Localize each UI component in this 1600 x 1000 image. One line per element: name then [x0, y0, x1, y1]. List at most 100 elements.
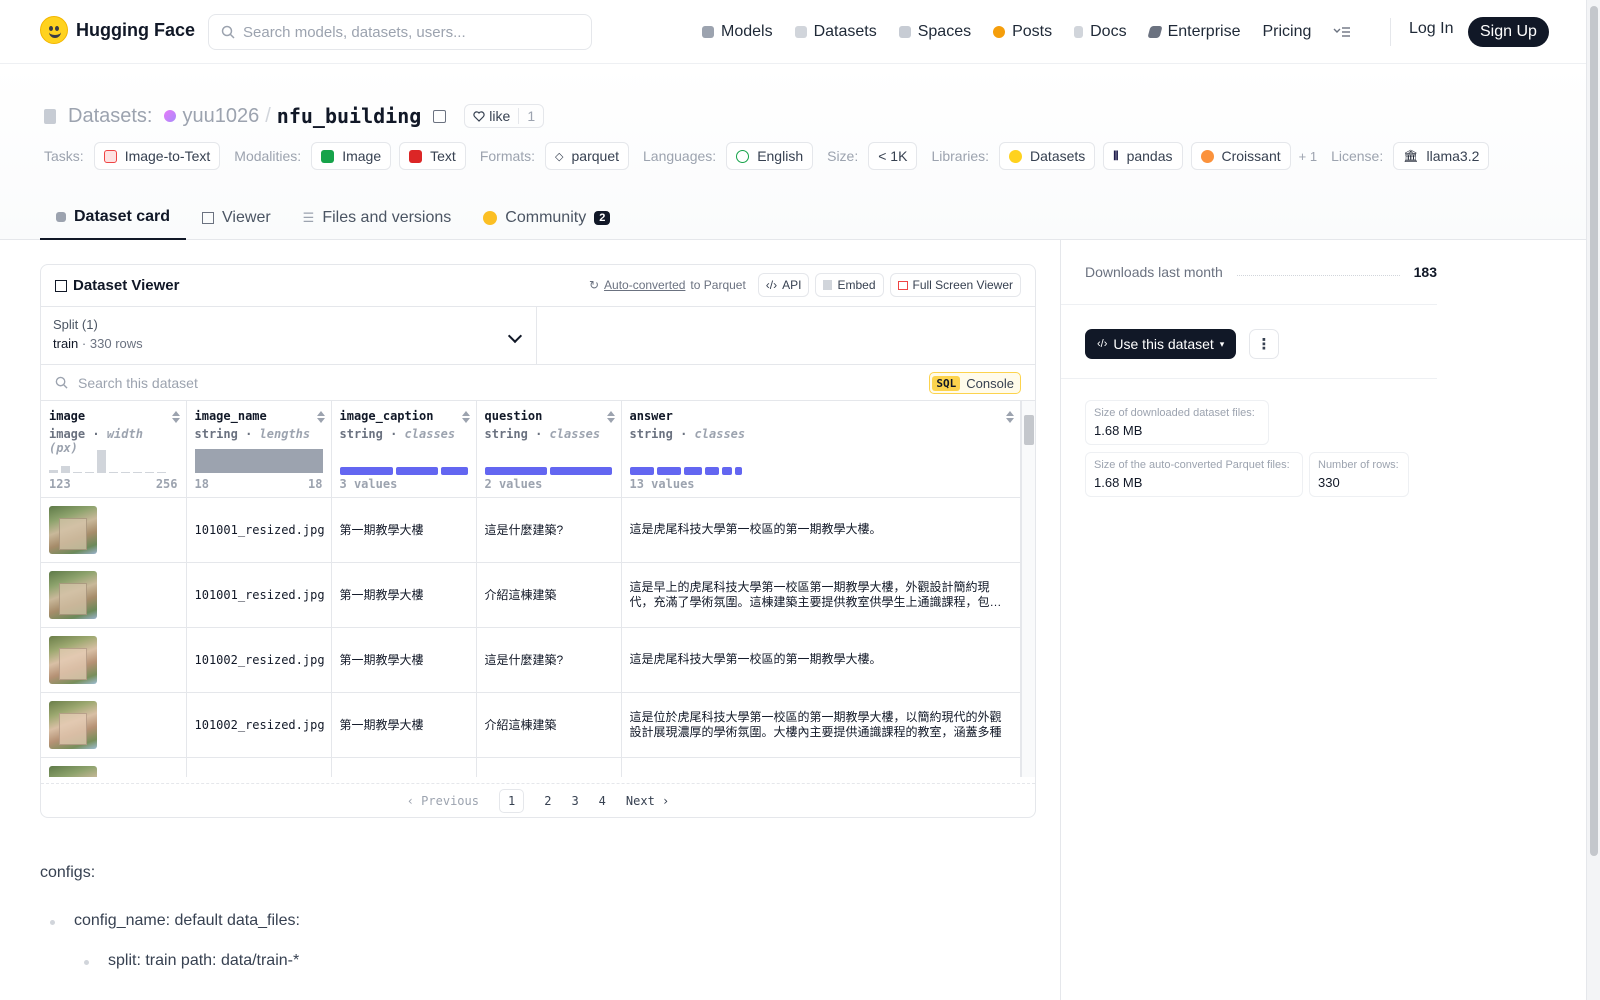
page-4-button[interactable]: 4 — [599, 794, 606, 808]
table-row[interactable]: 101001_resized.jpg 第一期教學大樓 這是什麼建築? 這是虎尾科… — [41, 497, 1021, 563]
tab-viewer[interactable]: Viewer — [186, 196, 287, 240]
cell-question[interactable]: 這是什麼建築? — [476, 497, 622, 563]
col-header-image-name[interactable]: image_name string · lengths 18 18 — [186, 401, 332, 498]
page-1-button[interactable]: 1 — [498, 788, 525, 813]
embed-button[interactable]: Embed — [815, 273, 884, 297]
building-thumbnail[interactable] — [49, 700, 97, 749]
auto-converted-link[interactable]: Auto-converted — [604, 278, 685, 292]
nav-enterprise[interactable]: Enterprise — [1146, 23, 1240, 41]
cell-image-name[interactable]: 101002_resized.jpg — [186, 627, 332, 693]
sort-icon[interactable] — [606, 411, 615, 423]
sql-console-button[interactable]: SQL Console — [929, 372, 1021, 394]
nav-docs[interactable]: Docs — [1074, 23, 1127, 41]
sort-icon[interactable] — [171, 411, 180, 423]
tab-dataset-card[interactable]: Dataset card — [40, 196, 187, 240]
nav-spaces-label: Spaces — [917, 23, 972, 40]
building-thumbnail[interactable] — [49, 635, 97, 684]
table-row[interactable]: 101002_resized.jpg 第一期教學大樓 這是什麼建築? 這是虎尾科… — [41, 627, 1021, 693]
col-header-image-caption[interactable]: image_caption string · classes 3 values — [331, 401, 477, 498]
cell-image-name[interactable]: 101001_resized.jpg — [186, 497, 332, 563]
tab-community[interactable]: Community 2 — [467, 196, 626, 240]
cell-image-caption[interactable] — [331, 757, 477, 777]
cell-answer[interactable]: 這是早上的虎尾科技大學第一校區第一期教學大樓，外觀設計簡約現代，充滿了學術氛圍。… — [621, 562, 1021, 628]
more-libraries[interactable]: + 1 — [1299, 149, 1317, 164]
page-scrollbar[interactable] — [1586, 0, 1600, 1000]
cell-image[interactable] — [41, 757, 187, 777]
tag-lib-pandas[interactable]: ⦀ pandas — [1103, 142, 1183, 170]
sort-icon[interactable] — [316, 411, 325, 423]
col-header-image[interactable]: image image · width (px) 123 256 — [41, 401, 187, 498]
cell-image[interactable] — [41, 627, 187, 693]
tag-lib-datasets[interactable]: Datasets — [999, 142, 1096, 170]
building-thumbnail[interactable] — [49, 505, 97, 554]
cell-question[interactable]: 這是什麼建築? — [476, 627, 622, 693]
col-header-question[interactable]: question string · classes 2 values — [476, 401, 622, 498]
login-link[interactable]: Log In — [1409, 20, 1453, 38]
api-button[interactable]: ‹/› API — [757, 273, 810, 297]
tag-lib-croissant[interactable]: Croissant — [1190, 142, 1291, 170]
more-options-button[interactable]: ⋮ — [1249, 329, 1279, 359]
cell-image-caption[interactable]: 第一期教學大樓 — [331, 562, 477, 628]
cell-image-name[interactable] — [186, 757, 332, 777]
main-nav: Models Datasets Spaces Posts Docs Enterp… — [702, 0, 1351, 64]
cell-image-caption[interactable]: 第一期教學大樓 — [331, 497, 477, 563]
sort-icon[interactable] — [461, 411, 470, 423]
table-row[interactable]: 101001_resized.jpg 第一期教學大樓 介紹這棟建築 這是早上的虎… — [41, 562, 1021, 628]
building-thumbnail[interactable] — [49, 570, 97, 619]
nav-posts[interactable]: Posts — [993, 23, 1052, 41]
cell-image[interactable] — [41, 497, 187, 563]
cell-image-caption[interactable]: 第一期教學大樓 — [331, 627, 477, 693]
tag-license[interactable]: 🏛 llama3.2 — [1393, 142, 1490, 170]
dataset-name[interactable]: nfu_building — [277, 104, 422, 128]
col-header-answer[interactable]: answer string · classes 13 values — [621, 401, 1021, 498]
fullscreen-viewer-button[interactable]: Full Screen Viewer — [889, 273, 1021, 297]
table-icon — [55, 279, 67, 292]
page-scrollbar-thumb[interactable] — [1590, 6, 1598, 856]
embed-label: Embed — [837, 278, 876, 292]
page-3-button[interactable]: 3 — [571, 794, 578, 808]
cell-answer[interactable]: 這是位於虎尾科技大學第一校區的第一期教學大樓，以簡約現代的外觀設計展現濃厚的學術… — [621, 692, 1021, 758]
cell-answer[interactable]: 這是虎尾科技大學第一校區的第一期教學大樓。 — [621, 497, 1021, 563]
sort-icon[interactable] — [1005, 411, 1014, 423]
tag-modality-image[interactable]: Image — [311, 142, 392, 170]
cell-image[interactable] — [41, 692, 187, 758]
table-row[interactable] — [41, 757, 1021, 777]
copy-icon[interactable] — [433, 109, 447, 123]
cell-image-name[interactable]: 101001_resized.jpg — [186, 562, 332, 628]
global-search-input[interactable]: Search models, datasets, users... — [208, 14, 592, 50]
tag-modality-text[interactable]: Text — [399, 142, 466, 170]
cell-image-caption[interactable]: 第一期教學大樓 — [331, 692, 477, 758]
cell-question[interactable] — [476, 757, 622, 777]
next-page-button[interactable]: Next › — [626, 794, 669, 808]
like-button[interactable]: like 1 — [464, 104, 545, 128]
nav-pricing[interactable]: Pricing — [1262, 23, 1311, 41]
datasets-section-link[interactable]: Datasets: — [68, 105, 152, 128]
cell-image-name[interactable]: 101002_resized.jpg — [186, 692, 332, 758]
cell-question[interactable]: 介紹這棟建築 — [476, 692, 622, 758]
building-thumbnail[interactable] — [49, 765, 97, 777]
tag-format[interactable]: ◇ parquet — [545, 142, 629, 170]
cell-question[interactable]: 介紹這棟建築 — [476, 562, 622, 628]
cell-answer[interactable] — [621, 757, 1021, 777]
tag-task[interactable]: Image-to-Text — [93, 142, 221, 170]
tag-language[interactable]: English — [726, 142, 814, 170]
prev-page-button[interactable]: ‹ Previous — [407, 794, 479, 808]
nav-spaces[interactable]: Spaces — [898, 23, 972, 41]
cell-answer[interactable]: 這是虎尾科技大學第一校區的第一期教學大樓。 — [621, 627, 1021, 693]
cell-image[interactable] — [41, 562, 187, 628]
tag-size[interactable]: < 1K — [868, 142, 918, 170]
signup-button[interactable]: Sign Up — [1468, 17, 1549, 47]
more-menu-button[interactable] — [1333, 26, 1351, 38]
use-this-dataset-button[interactable]: ‹/› Use this dataset ▾ — [1085, 329, 1237, 359]
tab-files[interactable]: ☰ Files and versions — [287, 196, 468, 240]
home-logo-link[interactable]: Hugging Face — [40, 16, 195, 44]
dataset-search-input[interactable]: Search this dataset SQL Console — [41, 365, 1035, 401]
table-scrollbar[interactable] — [1021, 401, 1035, 777]
table-scrollbar-thumb[interactable] — [1024, 415, 1034, 445]
split-selector[interactable]: Split (1) train · 330 rows — [41, 307, 537, 364]
nav-models[interactable]: Models — [702, 23, 773, 41]
page-2-button[interactable]: 2 — [544, 794, 551, 808]
owner-link[interactable]: yuu1026 — [182, 105, 259, 128]
table-row[interactable]: 101002_resized.jpg 第一期教學大樓 介紹這棟建築 這是位於虎尾… — [41, 692, 1021, 758]
nav-datasets[interactable]: Datasets — [794, 23, 877, 41]
